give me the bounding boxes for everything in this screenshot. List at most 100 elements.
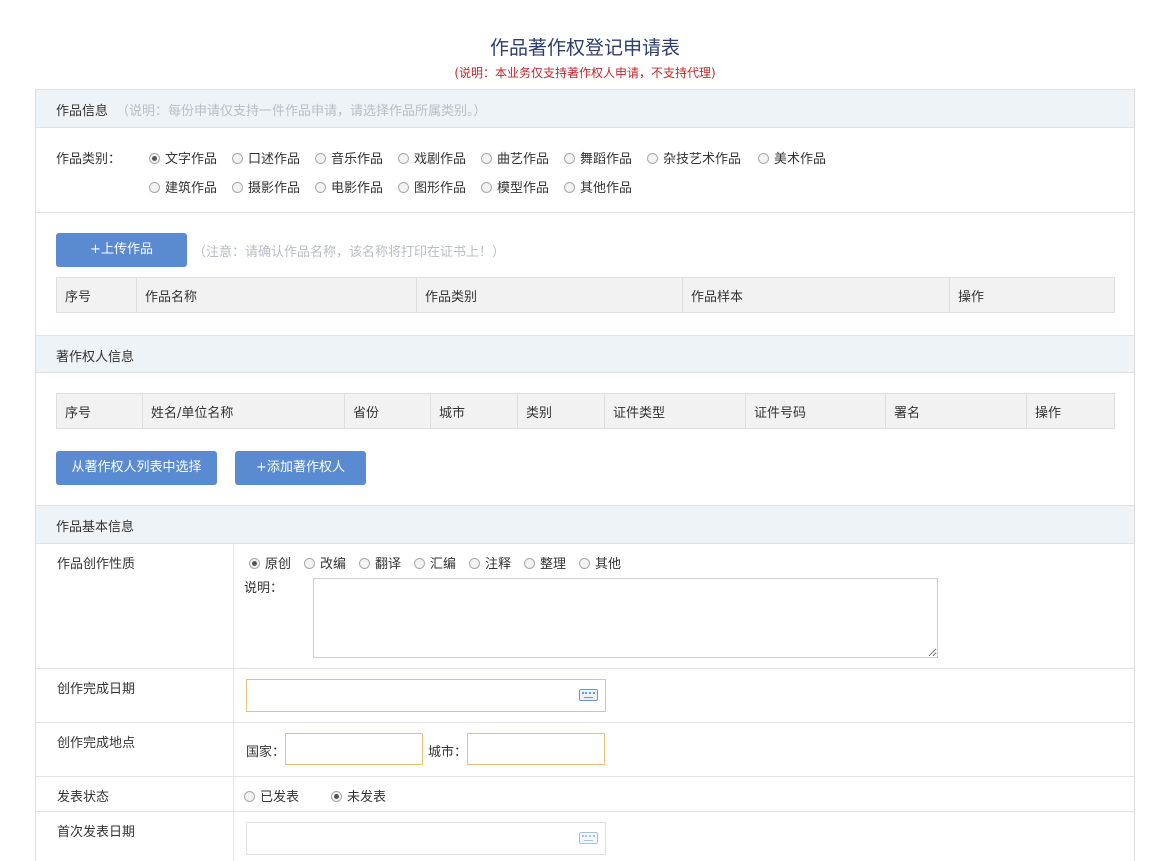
radio-icon[interactable] — [647, 153, 658, 164]
radio-icon[interactable] — [414, 558, 425, 569]
radio-option-category[interactable]: 曲艺作品 — [481, 148, 549, 167]
radio-icon[interactable] — [232, 153, 243, 164]
page-subtitle: (说明：本业务仅支持著作权人申请，不支持代理) — [454, 66, 716, 80]
col-index: 序号 — [56, 277, 137, 313]
radio-option-category[interactable]: 舞蹈作品 — [564, 148, 632, 167]
radio-option-category[interactable]: 音乐作品 — [315, 148, 383, 167]
radio-icon[interactable] — [244, 791, 255, 802]
col-id-number: 证件号码 — [745, 393, 886, 429]
radio-option-nature[interactable]: 其他 — [579, 553, 621, 572]
radio-icon[interactable] — [398, 182, 409, 193]
radio-icon[interactable] — [315, 182, 326, 193]
radio-label: 未发表 — [347, 790, 387, 805]
section-work-info: 作品信息 （说明：每份申请仅支持一件作品申请，请选择作品所属类别。） — [36, 89, 1134, 128]
radio-option-nature[interactable]: 翻译 — [359, 553, 401, 572]
radio-option-publish[interactable]: 未发表 — [331, 786, 386, 805]
radio-option-category[interactable]: 文字作品 — [149, 148, 217, 167]
radio-icon[interactable] — [524, 558, 535, 569]
completion-date-label: 创作完成日期 — [57, 682, 136, 697]
col-work-name: 作品名称 — [136, 277, 417, 313]
radio-option-nature[interactable]: 汇编 — [414, 553, 456, 572]
keyboard-icon[interactable] — [579, 689, 598, 701]
radio-icon[interactable] — [149, 153, 160, 164]
radio-label: 文字作品 — [165, 152, 218, 167]
divider — [36, 722, 1134, 723]
radio-option-category[interactable]: 图形作品 — [398, 177, 466, 196]
first-publish-date-input[interactable] — [246, 822, 606, 855]
country-input[interactable] — [285, 733, 423, 765]
radio-option-nature[interactable]: 改编 — [304, 553, 346, 572]
radio-option-nature[interactable]: 注释 — [469, 553, 511, 572]
upload-work-button[interactable]: +上传作品 — [56, 233, 187, 267]
add-owner-button[interactable]: +添加著作权人 — [235, 451, 366, 485]
radio-option-category[interactable]: 杂技艺术作品 — [647, 148, 741, 167]
section-owner-info: 著作权人信息 — [36, 335, 1134, 373]
country-label: 国家： — [246, 745, 286, 760]
radio-icon[interactable] — [232, 182, 243, 193]
radio-icon[interactable] — [469, 558, 480, 569]
col-actions: 操作 — [949, 277, 1115, 313]
radio-icon[interactable] — [481, 153, 492, 164]
category-label: 作品类别： — [56, 152, 122, 167]
radio-icon[interactable] — [481, 182, 492, 193]
radio-label: 汇编 — [430, 557, 457, 572]
publish-status-label: 发表状态 — [57, 790, 110, 805]
radio-option-category[interactable]: 建筑作品 — [149, 177, 217, 196]
radio-icon[interactable] — [564, 153, 575, 164]
col-type: 类别 — [517, 393, 605, 429]
radio-option-category[interactable]: 其他作品 — [564, 177, 632, 196]
divider — [36, 776, 1134, 777]
radio-icon[interactable] — [315, 153, 326, 164]
work-table: 序号 作品名称 作品类别 作品样本 操作 — [56, 277, 1115, 313]
desc-label: 说明： — [244, 581, 284, 596]
radio-icon[interactable] — [149, 182, 160, 193]
select-owner-button[interactable]: 从著作权人列表中选择 — [56, 451, 217, 485]
radio-label: 原创 — [265, 557, 292, 572]
radio-option-category[interactable]: 戏剧作品 — [398, 148, 466, 167]
radio-icon[interactable] — [579, 558, 590, 569]
city-input[interactable] — [467, 733, 605, 765]
keyboard-icon[interactable] — [579, 832, 598, 844]
radio-option-category[interactable]: 美术作品 — [758, 148, 826, 167]
radio-icon[interactable] — [304, 558, 315, 569]
radio-icon[interactable] — [331, 791, 342, 802]
completion-date-input[interactable] — [246, 679, 606, 712]
radio-icon[interactable] — [564, 182, 575, 193]
radio-label: 音乐作品 — [331, 152, 384, 167]
section-title: 作品信息 — [56, 104, 109, 119]
col-id-type: 证件类型 — [604, 393, 746, 429]
radio-label: 电影作品 — [331, 181, 384, 196]
col-name: 姓名/单位名称 — [142, 393, 345, 429]
radio-icon[interactable] — [359, 558, 370, 569]
radio-option-nature[interactable]: 原创 — [249, 553, 291, 572]
radio-option-publish[interactable]: 已发表 — [244, 786, 299, 805]
radio-label: 已发表 — [260, 790, 300, 805]
radio-label: 建筑作品 — [165, 181, 218, 196]
radio-option-category[interactable]: 摄影作品 — [232, 177, 300, 196]
radio-label: 曲艺作品 — [497, 152, 550, 167]
radio-label: 戏剧作品 — [414, 152, 467, 167]
col-work-sample: 作品样本 — [682, 277, 950, 313]
description-textarea[interactable] — [313, 578, 938, 658]
col-city: 城市 — [430, 393, 518, 429]
radio-option-nature[interactable]: 整理 — [524, 553, 566, 572]
radio-option-category[interactable]: 电影作品 — [315, 177, 383, 196]
radio-label: 美术作品 — [774, 152, 827, 167]
radio-label: 模型作品 — [497, 181, 550, 196]
radio-label: 其他 — [595, 557, 622, 572]
radio-label: 改编 — [320, 557, 347, 572]
radio-icon[interactable] — [758, 153, 769, 164]
radio-option-category[interactable]: 模型作品 — [481, 177, 549, 196]
section-note: （说明：每份申请仅支持一件作品申请，请选择作品所属类别。） — [116, 104, 487, 119]
radio-option-category[interactable]: 口述作品 — [232, 148, 300, 167]
page-title: 作品著作权登记申请表 — [489, 37, 680, 59]
section-basic-info: 作品基本信息 — [36, 505, 1134, 544]
section-title: 作品基本信息 — [56, 520, 135, 535]
col-signature: 署名 — [885, 393, 1027, 429]
first-publish-date-label: 首次发表日期 — [57, 825, 136, 840]
radio-icon[interactable] — [249, 558, 260, 569]
city-label: 城市： — [428, 745, 468, 760]
radio-icon[interactable] — [398, 153, 409, 164]
radio-label: 其他作品 — [580, 181, 633, 196]
table-header-row: 序号 姓名/单位名称 省份 城市 类别 证件类型 证件号码 署名 操作 — [56, 393, 1115, 429]
